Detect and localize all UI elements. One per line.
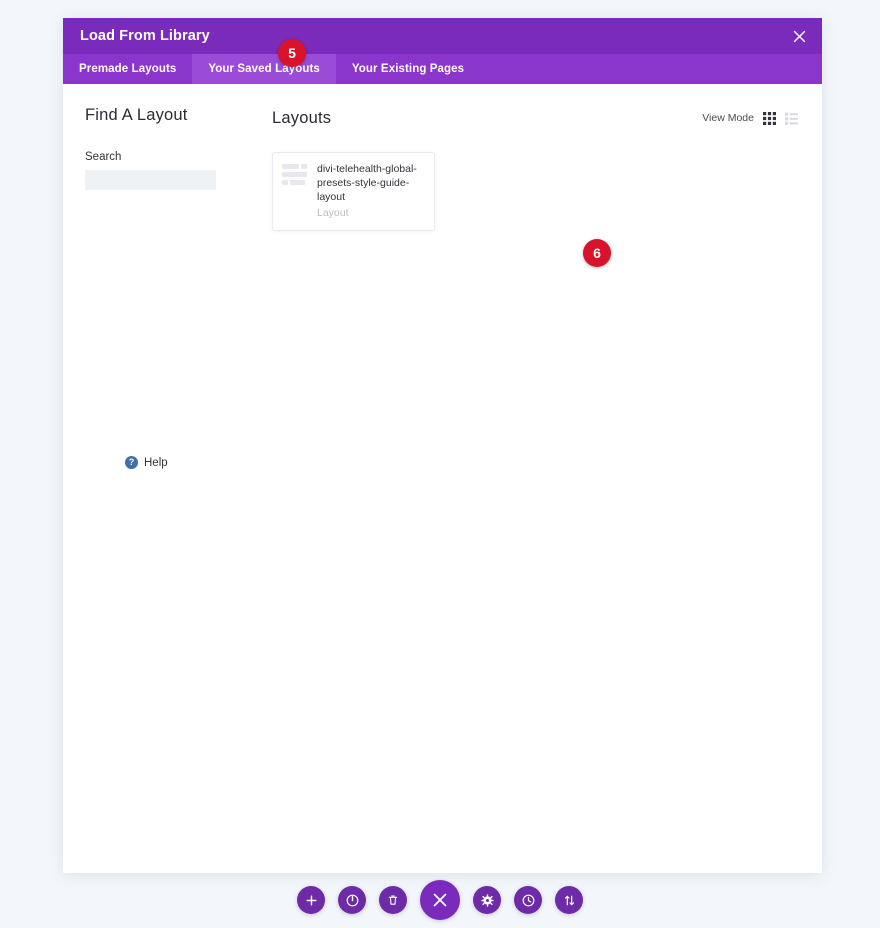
skeleton-bar [282,164,299,169]
help-label: Help [144,456,168,469]
plus-icon [306,895,317,906]
builder-toolbar [0,880,880,920]
modal-body: Find A Layout Search ? Help Layouts View… [63,84,822,873]
sidebar-title: Find A Layout [85,106,188,124]
gear-icon [480,893,494,907]
skeleton-bar [290,180,305,185]
search-input[interactable] [85,170,216,190]
power-icon [346,894,359,907]
trash-button[interactable] [379,886,407,914]
tab-your-saved-layouts[interactable]: Your Saved Layouts [192,54,336,84]
skeleton-bar [282,180,288,185]
modal-header: Load From Library [63,18,822,54]
layout-card-text: divi-telehealth-global-presets-style-gui… [317,163,425,219]
add-button[interactable] [297,886,325,914]
tab-premade-layouts[interactable]: Premade Layouts [63,54,192,84]
trash-icon [387,894,399,906]
history-button[interactable] [514,886,542,914]
view-mode-label: View Mode [702,112,754,124]
close-builder-button[interactable] [420,880,460,920]
question-mark-icon: ? [125,456,138,469]
modal-tabs: Premade Layouts Your Saved Layouts Your … [63,39,822,84]
layout-card[interactable]: divi-telehealth-global-presets-style-gui… [272,152,435,231]
settings-button[interactable] [473,886,501,914]
close-icon[interactable] [788,25,810,47]
layout-type: Layout [317,206,349,219]
layouts-header: Layouts View Mode [272,106,798,130]
layout-name: divi-telehealth-global-presets-style-gui… [317,163,417,203]
layouts-panel: Layouts View Mode divi-telehealth-global… [248,84,822,873]
clock-icon [522,894,535,907]
step-badge-5: 5 [278,39,306,67]
power-button[interactable] [338,886,366,914]
find-a-layout-sidebar: Find A Layout Search ? Help [63,84,248,873]
help-link[interactable]: ? Help [125,456,168,469]
layouts-title: Layouts [272,108,332,127]
responsive-button[interactable] [555,886,583,914]
arrows-up-down-icon [563,894,576,907]
layout-thumbnail-placeholder [282,163,309,219]
search-label: Search [85,151,122,163]
skeleton-bar [282,172,307,177]
page-title: Load From Library [80,28,210,44]
grid-view-icon[interactable] [763,111,776,125]
list-view-icon[interactable] [785,112,798,125]
view-mode-control: View Mode [702,111,798,125]
tab-your-existing-pages[interactable]: Your Existing Pages [336,54,480,84]
close-x-icon [432,892,448,908]
skeleton-bar [301,164,307,169]
load-from-library-modal: Load From Library Premade Layouts Your S… [63,18,822,873]
step-badge-6: 6 [583,239,611,267]
layouts-grid: divi-telehealth-global-presets-style-gui… [272,152,798,231]
